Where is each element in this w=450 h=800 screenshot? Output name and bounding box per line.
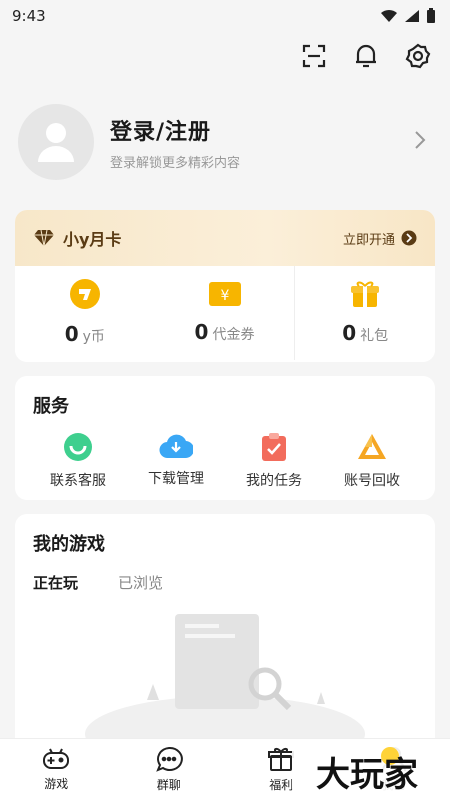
ycoin-value: 0: [64, 322, 79, 346]
nav-welfare-label: 福利: [269, 778, 294, 792]
games-tabs: 正在玩 已浏览: [33, 572, 417, 597]
voucher-value: 0: [194, 320, 209, 344]
empty-state-illustration: [85, 614, 365, 754]
recycle-triangle-icon: [358, 434, 386, 459]
my-games-card: 我的游戏 正在玩 已浏览: [15, 514, 435, 754]
login-profile[interactable]: 登录/注册 登录解锁更多精彩内容: [18, 104, 432, 180]
gift-value: 0: [342, 321, 357, 345]
tab-playing[interactable]: 正在玩: [33, 572, 79, 597]
download-cloud-icon: [159, 434, 193, 459]
service-contact[interactable]: 联系客服: [37, 432, 119, 490]
arrow-right-circle-icon: [401, 230, 417, 246]
wifi-icon: [381, 9, 397, 22]
tab-browsed[interactable]: 已浏览: [118, 572, 163, 597]
svg-text:¥: ¥: [220, 288, 229, 304]
scan-button[interactable]: [300, 42, 328, 70]
ycoin-item[interactable]: 0 y币: [15, 264, 155, 360]
services-title: 服务: [33, 396, 69, 417]
scan-icon: [302, 44, 326, 68]
nav-chat-label: 群聊: [156, 778, 181, 792]
battery-icon: [427, 8, 435, 23]
gear-icon: [405, 43, 431, 69]
vip-open-button[interactable]: 立即开通: [343, 229, 417, 248]
games-title: 我的游戏: [33, 534, 105, 555]
nav-games-label: 游戏: [44, 777, 69, 791]
vip-title: 小y月卡: [63, 230, 122, 249]
service-download-label: 下载管理: [148, 471, 204, 487]
diamond-icon: [34, 229, 54, 247]
voucher-unit: 代金券: [212, 327, 255, 343]
ycoin-icon: [69, 279, 100, 309]
gift-box-icon: [268, 748, 295, 771]
service-download[interactable]: 下载管理: [135, 432, 217, 490]
status-bar: 9:43: [0, 0, 450, 32]
ycoin-unit: y币: [82, 329, 105, 345]
voucher-icon: ¥: [208, 282, 241, 306]
vip-header[interactable]: 小y月卡 立即开通: [15, 210, 435, 266]
services-card: 服务 联系客服 下载管理 我的任务 账号回收: [15, 376, 435, 500]
gift-unit: 礼包: [360, 328, 389, 344]
avatar: [18, 104, 94, 180]
watermark-logo: 大玩家: [292, 746, 442, 795]
gift-item[interactable]: 0 礼包: [295, 264, 435, 360]
notification-button[interactable]: [352, 42, 380, 70]
login-subtitle: 登录解锁更多精彩内容: [110, 155, 241, 171]
status-icons: [380, 8, 436, 24]
nav-chat[interactable]: 群聊: [113, 739, 226, 800]
voucher-item[interactable]: ¥ 0 代金券: [155, 264, 296, 360]
top-actions: [300, 42, 432, 70]
vip-card: 小y月卡 立即开通 0 y币 ¥ 0 代金券 0 礼包: [15, 210, 435, 362]
task-clipboard-icon: [262, 433, 286, 461]
vip-open-label: 立即开通: [342, 232, 395, 248]
gamepad-icon: [43, 748, 70, 769]
chat-bubble-icon: [155, 746, 183, 772]
bell-icon: [356, 44, 376, 68]
chevron-right-icon: [415, 131, 426, 149]
service-contact-label: 联系客服: [50, 473, 106, 489]
service-recycle[interactable]: 账号回收: [331, 432, 413, 490]
settings-button[interactable]: [404, 42, 432, 70]
gift-icon: [351, 281, 380, 307]
service-recycle-label: 账号回收: [344, 473, 400, 489]
user-icon: [38, 123, 74, 162]
login-title: 登录/注册: [110, 119, 212, 145]
status-time: 9:43: [12, 7, 46, 25]
nav-games[interactable]: 游戏: [0, 739, 113, 800]
service-tasks-label: 我的任务: [246, 473, 302, 489]
watermark-text: 大玩家: [316, 755, 418, 795]
signal-icon: [405, 10, 419, 22]
service-tasks[interactable]: 我的任务: [233, 432, 315, 490]
customer-service-icon: [64, 433, 92, 461]
